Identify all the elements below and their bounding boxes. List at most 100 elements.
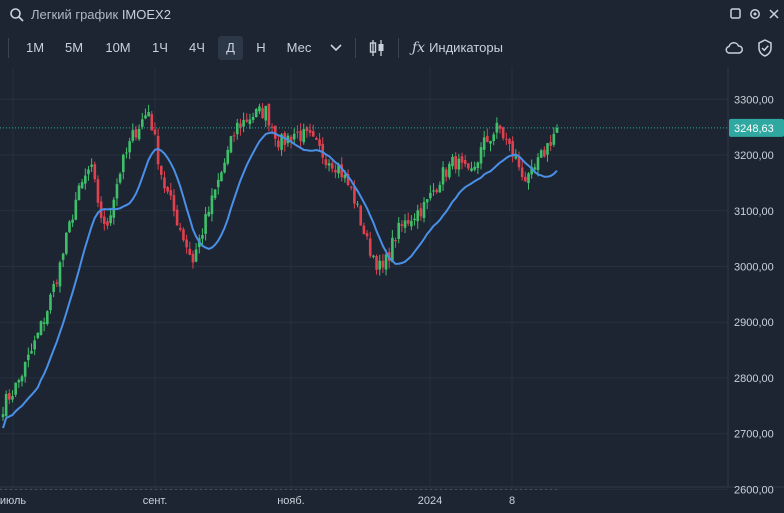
last-price-marker: 3248,63 bbox=[0, 118, 784, 137]
timeframe-month[interactable]: Мес bbox=[281, 36, 317, 60]
title-bar: Легкий график IMOEX2 bbox=[0, 0, 784, 30]
close-icon[interactable] bbox=[767, 7, 781, 21]
time-tick-label: сент. bbox=[143, 495, 168, 507]
candle-body bbox=[185, 239, 188, 248]
candle-body bbox=[359, 205, 363, 226]
candle-body bbox=[555, 127, 559, 133]
candle-body bbox=[372, 255, 375, 257]
search-icon[interactable] bbox=[9, 7, 25, 23]
time-tick-label: нояб. bbox=[277, 495, 305, 507]
candle-body bbox=[159, 166, 163, 175]
candle-body bbox=[166, 186, 169, 192]
candle-body bbox=[109, 215, 112, 224]
candle-body bbox=[264, 105, 268, 121]
timeframe-1h[interactable]: 1Ч bbox=[146, 36, 174, 60]
timeframe-week[interactable]: Н bbox=[249, 36, 273, 60]
candle-body bbox=[381, 260, 385, 268]
time-axis[interactable]: июль сент. нояб. 2024 8 bbox=[0, 495, 515, 507]
timeframe-1m[interactable]: 1М bbox=[20, 36, 50, 60]
candle-body bbox=[514, 156, 518, 159]
timeframe-4h[interactable]: 4Ч bbox=[183, 36, 211, 60]
candles-icon[interactable] bbox=[368, 38, 386, 58]
candle-body bbox=[520, 167, 524, 178]
candle-body bbox=[454, 156, 457, 170]
candle-body bbox=[71, 219, 74, 223]
price-tick-label: 2700,00 bbox=[734, 429, 774, 441]
shield-check-icon[interactable] bbox=[756, 38, 774, 58]
candle-body bbox=[327, 163, 331, 166]
candle-body bbox=[61, 253, 65, 260]
maximize-icon[interactable] bbox=[729, 7, 743, 21]
candle-body bbox=[299, 130, 302, 142]
candle-body bbox=[251, 116, 255, 120]
candle-body bbox=[223, 162, 226, 173]
candle-body bbox=[324, 159, 328, 165]
candle-body bbox=[353, 186, 356, 204]
candle-body bbox=[163, 177, 166, 189]
candle-body bbox=[125, 152, 128, 154]
candle-body bbox=[169, 190, 173, 196]
candle-body bbox=[20, 376, 24, 382]
candle-body bbox=[137, 129, 141, 140]
cloud-icon[interactable] bbox=[724, 40, 744, 56]
candle-body bbox=[80, 182, 84, 189]
candle-body bbox=[213, 189, 217, 198]
candle-body bbox=[533, 167, 537, 170]
candle-body bbox=[536, 157, 540, 171]
candle-body bbox=[362, 225, 366, 234]
candle-body bbox=[46, 311, 49, 325]
settings-icon[interactable] bbox=[748, 7, 762, 21]
price-axis[interactable]: 2600,00 2700,00 2800,00 2900,00 3000,00 3100,… bbox=[734, 94, 774, 496]
candle-body bbox=[435, 189, 439, 193]
candle-body bbox=[194, 249, 198, 262]
candle-body bbox=[8, 393, 11, 400]
candle-body bbox=[505, 138, 508, 140]
candle-body bbox=[248, 119, 252, 125]
candle-body bbox=[296, 131, 299, 133]
candle-body bbox=[457, 158, 461, 170]
candle-body bbox=[65, 232, 68, 254]
candle-body bbox=[463, 159, 467, 165]
candle-body bbox=[103, 216, 106, 224]
candle-body bbox=[229, 136, 233, 153]
candle-body bbox=[267, 103, 271, 126]
candle-body bbox=[23, 361, 27, 377]
candle-body bbox=[93, 164, 97, 180]
candle-body bbox=[552, 133, 556, 145]
candle-body bbox=[482, 137, 486, 150]
symbol-name[interactable]: IMOEX2 bbox=[122, 7, 171, 22]
candle-body bbox=[74, 199, 78, 220]
candle-body bbox=[90, 164, 93, 167]
timeframe-day[interactable]: Д bbox=[218, 36, 243, 60]
time-tick-label: 8 bbox=[509, 495, 515, 507]
candle-body bbox=[438, 184, 442, 193]
candle-body bbox=[27, 354, 30, 361]
candle-body bbox=[413, 218, 416, 221]
candle-body bbox=[539, 150, 543, 158]
candle-body bbox=[58, 262, 62, 287]
toolbar-divider bbox=[398, 38, 399, 58]
candle-body bbox=[242, 120, 245, 127]
price-tick-label: 2800,00 bbox=[734, 373, 774, 385]
candle-body bbox=[36, 332, 40, 339]
indicators-button[interactable]: ƒx Индикаторы bbox=[412, 36, 503, 60]
candle-body bbox=[175, 209, 179, 226]
candle-body bbox=[543, 149, 546, 157]
chevron-down-icon[interactable] bbox=[329, 42, 343, 54]
candle-body bbox=[549, 141, 552, 146]
candle-body bbox=[489, 140, 492, 144]
candle-body bbox=[302, 129, 306, 143]
candle-body bbox=[368, 238, 372, 256]
price-chart[interactable]: 2600,00 2700,00 2800,00 2900,00 3000,00 3100,… bbox=[0, 67, 784, 513]
timeframe-10m[interactable]: 10М bbox=[100, 36, 136, 60]
candle-body bbox=[334, 170, 337, 173]
toolbar-divider bbox=[355, 38, 356, 58]
candle-body bbox=[4, 393, 8, 416]
candle-body bbox=[147, 112, 150, 117]
candle-body bbox=[451, 156, 454, 167]
candle-body bbox=[55, 282, 59, 284]
candle-body bbox=[318, 139, 321, 146]
candle-body bbox=[216, 179, 220, 188]
candle-body bbox=[128, 141, 131, 153]
timeframe-5m[interactable]: 5М bbox=[59, 36, 89, 60]
